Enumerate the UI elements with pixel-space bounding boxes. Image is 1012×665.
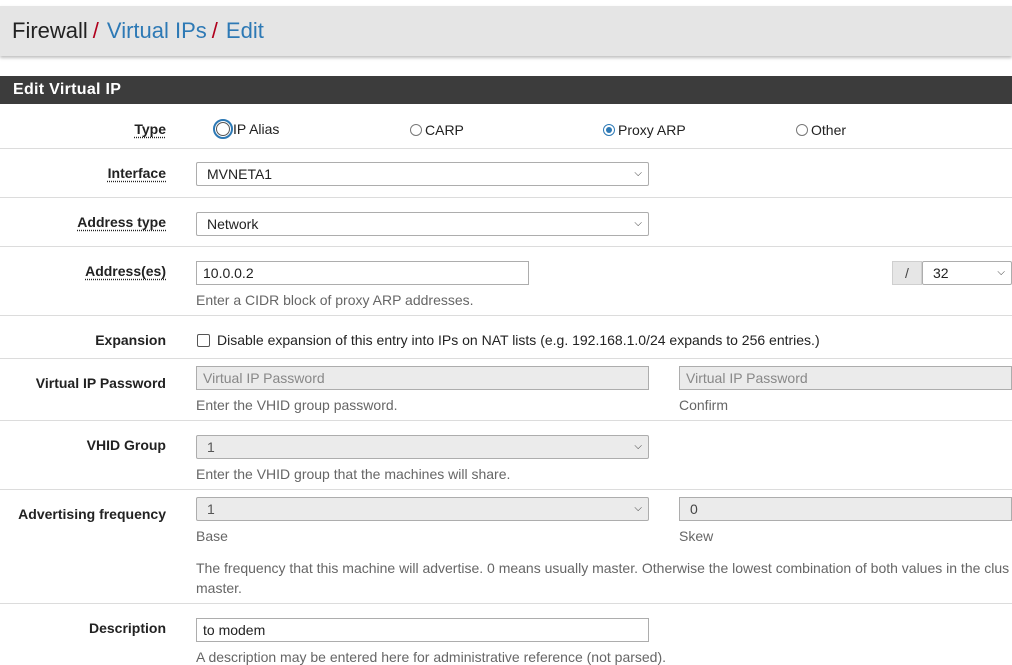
advertising-help-line2: master. <box>196 580 242 596</box>
addresses-help: Enter a CIDR block of proxy ARP addresse… <box>196 292 474 308</box>
address-type-label: Address type <box>77 214 166 230</box>
expansion-checkbox[interactable] <box>197 334 210 347</box>
vip-password-confirm-input[interactable]: Virtual IP Password <box>679 366 1012 390</box>
description-help: A description may be entered here for ad… <box>196 649 667 665</box>
breadcrumb-edit-link[interactable]: Edit <box>226 18 264 44</box>
advertising-base-value: 1 <box>207 501 215 517</box>
panel-title: Edit Virtual IP <box>13 81 122 98</box>
advertising-base-select[interactable]: 1 ⌵ <box>196 497 649 521</box>
cidr-mask-value: 32 <box>933 265 949 281</box>
expansion-label: Expansion <box>95 332 166 348</box>
addresses-row: Address(es) 10.0.0.2 / 32 ⌵ Enter a CIDR… <box>0 247 1012 316</box>
vip-password-placeholder: Virtual IP Password <box>203 370 325 386</box>
address-input[interactable]: 10.0.0.2 <box>196 261 529 285</box>
type-row: Type IP Alias CARP Proxy ARP Other <box>0 104 1012 149</box>
advertising-base-help: Base <box>196 528 228 544</box>
vhid-group-help: Enter the VHID group that the machines w… <box>196 466 511 482</box>
radio-button-selected-icon <box>603 124 615 136</box>
address-type-select[interactable]: Network ⌵ <box>196 212 649 236</box>
radio-button-icon <box>796 124 808 136</box>
vip-password-input[interactable]: Virtual IP Password <box>196 366 649 390</box>
breadcrumb-firewall: Firewall <box>12 18 88 43</box>
interface-label: Interface <box>107 165 166 181</box>
advertising-help-line1: The frequency that this machine will adv… <box>196 560 1010 576</box>
vhid-group-label: VHID Group <box>86 437 166 453</box>
interface-row: Interface MVNETA1 ⌵ <box>0 149 1012 198</box>
vhid-group-select[interactable]: 1 ⌵ <box>196 435 649 459</box>
chevron-down-icon: ⌵ <box>634 441 642 452</box>
vip-password-row: Virtual IP Password Virtual IP Password … <box>0 359 1012 421</box>
breadcrumb-separator: / <box>211 18 218 43</box>
type-radio-proxy-arp[interactable]: Proxy ARP <box>603 122 686 138</box>
vip-password-label: Virtual IP Password <box>35 375 166 391</box>
advertising-skew-help: Skew <box>679 528 714 544</box>
type-radio-other[interactable]: Other <box>796 122 846 138</box>
cidr-mask-select[interactable]: 32 ⌵ <box>922 261 1012 285</box>
panel-heading: Edit Virtual IP <box>0 76 1012 104</box>
type-radio-carp[interactable]: CARP <box>410 122 464 138</box>
expansion-checkbox-label[interactable]: Disable expansion of this entry into IPs… <box>217 332 820 348</box>
interface-select[interactable]: MVNETA1 ⌵ <box>196 162 649 186</box>
advertising-skew-value: 0 <box>690 501 698 517</box>
advertising-frequency-label: Advertising frequency <box>18 506 166 522</box>
address-type-value: Network <box>207 216 259 232</box>
chevron-down-icon: ⌵ <box>634 168 642 179</box>
description-label: Description <box>88 620 166 636</box>
type-radio-ip-alias[interactable]: IP Alias <box>213 119 280 139</box>
radio-button-icon <box>410 124 422 136</box>
chevron-down-icon: ⌵ <box>634 218 642 229</box>
radio-label: Other <box>811 122 847 138</box>
breadcrumb: Firewall / Virtual IPs / Edit <box>0 6 1012 56</box>
vhid-group-value: 1 <box>207 439 215 455</box>
addresses-label: Address(es) <box>85 263 166 279</box>
breadcrumb-separator: / <box>92 18 99 43</box>
advertising-frequency-row: Advertising frequency 1 ⌵ 0 Base Skew Th… <box>0 490 1012 604</box>
description-row: Description to modem A description may b… <box>0 604 1012 665</box>
advertising-skew-input[interactable]: 0 <box>679 497 1012 521</box>
radio-button-icon <box>213 119 233 139</box>
vip-password-help: Enter the VHID group password. <box>196 397 398 413</box>
radio-label: IP Alias <box>233 121 280 137</box>
vip-password-confirm-placeholder: Virtual IP Password <box>686 370 808 386</box>
chevron-down-icon: ⌵ <box>634 503 642 514</box>
vhid-group-row: VHID Group 1 ⌵ Enter the VHID group that… <box>0 421 1012 490</box>
vip-password-confirm-help: Confirm <box>679 397 729 413</box>
chevron-down-icon: ⌵ <box>997 267 1005 278</box>
description-input-value: to modem <box>203 622 266 638</box>
address-type-row: Address type Network ⌵ <box>0 198 1012 247</box>
description-input[interactable]: to modem <box>196 618 649 642</box>
expansion-row: Expansion Disable expansion of this entr… <box>0 316 1012 359</box>
address-input-value: 10.0.0.2 <box>203 265 254 281</box>
type-label: Type <box>134 121 166 137</box>
radio-label: Proxy ARP <box>618 122 686 138</box>
interface-value: MVNETA1 <box>207 166 273 182</box>
radio-label: CARP <box>425 122 464 138</box>
breadcrumb-virtual-ips-link[interactable]: Virtual IPs <box>107 18 207 44</box>
cidr-slash-addon: / <box>892 261 922 285</box>
